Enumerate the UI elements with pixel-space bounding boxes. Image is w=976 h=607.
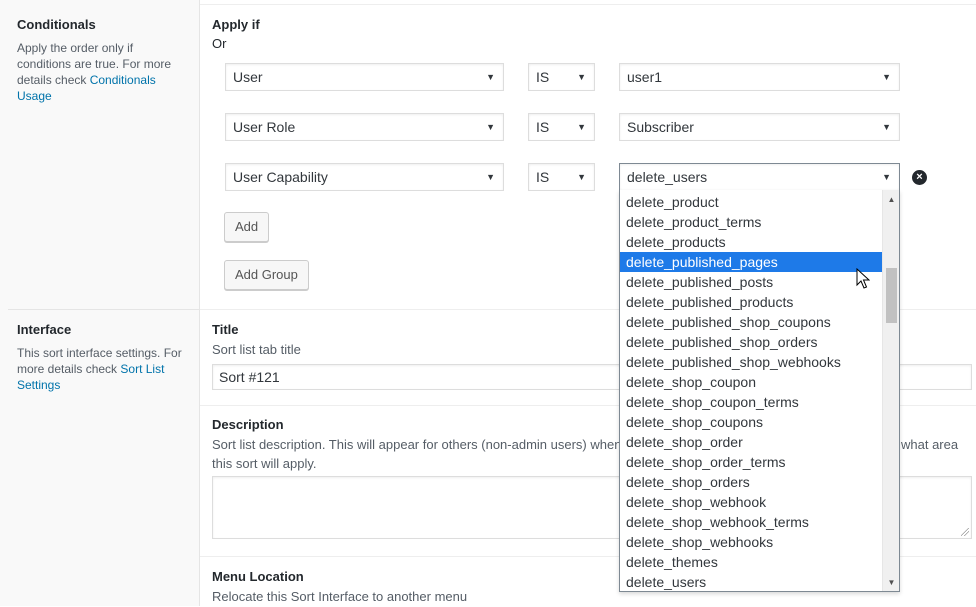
remove-condition-icon[interactable]: ×	[912, 170, 927, 185]
condition-field-select[interactable]: User ▼	[225, 63, 504, 91]
dropdown-option[interactable]: delete_published_posts	[620, 272, 883, 292]
scroll-up-icon[interactable]: ▲	[883, 191, 899, 208]
select-value: User	[233, 69, 263, 85]
select-value: delete_users	[627, 169, 708, 185]
resize-grip-icon[interactable]	[961, 528, 969, 536]
section-divider	[8, 309, 200, 310]
description-field-label: Description	[212, 417, 284, 432]
select-value: Subscriber	[627, 119, 694, 135]
select-value: IS	[536, 69, 550, 85]
dropdown-option[interactable]: delete_shop_order	[620, 432, 883, 452]
scroll-down-icon[interactable]: ▼	[883, 574, 899, 591]
condition-operator-select[interactable]: IS ▼	[528, 163, 595, 191]
condition-field-select[interactable]: User Role ▼	[225, 113, 504, 141]
dropdown-scrollbar[interactable]: ▲ ▼	[882, 190, 899, 591]
caret-down-icon: ▼	[486, 172, 495, 182]
select-value: User Role	[233, 119, 296, 135]
add-condition-button[interactable]: Add	[224, 212, 270, 242]
dropdown-option[interactable]: delete_themes	[620, 552, 883, 572]
title-field-help: Sort list tab title	[212, 342, 301, 357]
scrollbar-thumb[interactable]	[886, 268, 897, 323]
dropdown-option[interactable]: delete_published_pages	[620, 252, 883, 272]
dropdown-option[interactable]: delete_shop_order_terms	[620, 452, 883, 472]
dropdown-option[interactable]: delete_shop_coupon	[620, 372, 883, 392]
top-divider	[200, 4, 976, 5]
description-help: Sort list description. This will appear …	[212, 437, 622, 452]
dropdown-option[interactable]: delete_users	[620, 572, 883, 591]
dropdown-option[interactable]: delete_published_shop_coupons	[620, 312, 883, 332]
select-value: User Capability	[233, 169, 328, 185]
apply-if-label: Apply if	[212, 17, 260, 32]
condition-value-select[interactable]: Subscriber ▼	[619, 113, 900, 141]
dropdown-option[interactable]: delete_shop_webhook_terms	[620, 512, 883, 532]
caret-down-icon: ▼	[882, 122, 891, 132]
dropdown-option[interactable]: delete_products	[620, 232, 883, 252]
conditionals-description: Apply the order only if conditions are t…	[17, 40, 187, 104]
dropdown-options: delete_product delete_product_terms delete…	[620, 192, 883, 591]
caret-down-icon: ▼	[577, 72, 586, 82]
caret-down-icon: ▼	[882, 172, 891, 182]
caret-down-icon: ▼	[577, 122, 586, 132]
caret-down-icon: ▼	[577, 172, 586, 182]
capability-dropdown-list[interactable]: delete_product delete_product_terms delete…	[619, 190, 900, 592]
title-field-label: Title	[212, 322, 239, 337]
description-help-line2: this sort will apply.	[212, 456, 317, 471]
dropdown-option[interactable]: delete_shop_orders	[620, 472, 883, 492]
menu-location-label: Menu Location	[212, 569, 304, 584]
condition-field-select[interactable]: User Capability ▼	[225, 163, 504, 191]
interface-title: Interface	[17, 322, 72, 337]
add-group-button[interactable]: Add Group	[224, 260, 309, 290]
dropdown-option[interactable]: delete_product	[620, 192, 883, 212]
select-value: IS	[536, 119, 550, 135]
or-label: Or	[212, 36, 227, 51]
description-help-tail: what area	[901, 437, 959, 452]
interface-description: This sort interface settings. For more d…	[17, 345, 187, 393]
menu-location-help: Relocate this Sort Interface to another …	[212, 589, 468, 604]
dropdown-option[interactable]: delete_shop_webhooks	[620, 532, 883, 552]
dropdown-option[interactable]: delete_published_shop_webhooks	[620, 352, 883, 372]
caret-down-icon: ▼	[486, 72, 495, 82]
caret-down-icon: ▼	[882, 72, 891, 82]
dropdown-option[interactable]: delete_published_shop_orders	[620, 332, 883, 352]
dropdown-option[interactable]: delete_shop_webhook	[620, 492, 883, 512]
dropdown-option[interactable]: delete_shop_coupon_terms	[620, 392, 883, 412]
mouse-pointer-icon	[856, 268, 870, 289]
dropdown-option[interactable]: delete_shop_coupons	[620, 412, 883, 432]
conditionals-title: Conditionals	[17, 17, 96, 32]
select-value: user1	[627, 69, 663, 85]
dropdown-option[interactable]: delete_published_products	[620, 292, 883, 312]
select-value: IS	[536, 169, 550, 185]
condition-operator-select[interactable]: IS ▼	[528, 113, 595, 141]
caret-down-icon: ▼	[486, 122, 495, 132]
condition-value-select-open[interactable]: delete_users ▼	[619, 163, 900, 191]
condition-value-select[interactable]: user1 ▼	[619, 63, 900, 91]
dropdown-option[interactable]: delete_product_terms	[620, 212, 883, 232]
condition-operator-select[interactable]: IS ▼	[528, 63, 595, 91]
